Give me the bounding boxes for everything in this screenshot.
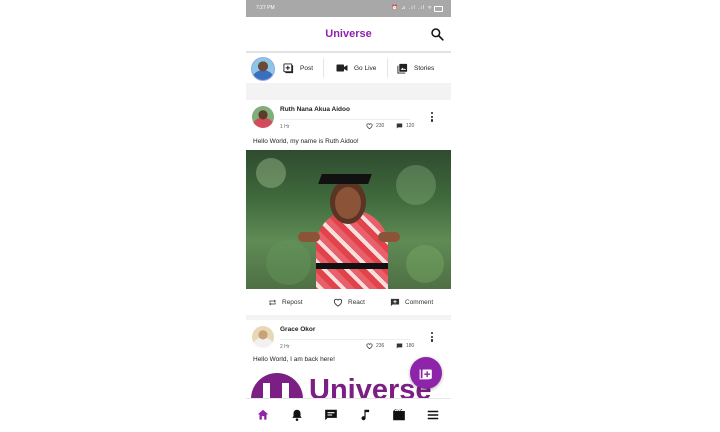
comment-label: Comment [405,298,434,306]
phone-screen: 7:27 PM ⏰ ⊿ .ıl .ıl ᯤ Universe Post Go L… [246,0,451,432]
react-button[interactable]: React [333,289,365,315]
battery-icon [434,6,443,12]
create-post-fab[interactable] [410,357,442,389]
comment-count[interactable]: 180 [396,343,414,349]
bottom-navigation [246,398,451,432]
photo-library-icon [397,63,408,74]
heart-icon [366,343,373,349]
post-text: Hello World, I am back here! [253,356,335,363]
add-photo-icon [283,62,294,73]
status-indicators: ⏰ ⊿ .ıl .ıl ᯤ [391,5,433,11]
divider [323,58,324,78]
status-bar: 7:27 PM ⏰ ⊿ .ıl .ıl ᯤ [246,0,451,17]
more-options-icon[interactable] [430,112,434,124]
like-count[interactable]: 230 [366,123,384,129]
author-avatar[interactable] [252,106,274,128]
comment-count[interactable]: 120 [396,123,414,129]
video-icon[interactable] [392,408,406,422]
add-comment-icon [390,298,400,306]
post-author[interactable]: Grace Okor [280,326,315,333]
post-button[interactable]: Post [283,53,313,83]
post-image[interactable] [246,150,451,289]
comment-button[interactable]: Comment [390,289,433,315]
react-label: React [348,298,365,306]
stories-label: Stories [414,64,435,72]
heart-icon [333,298,343,307]
like-count-value: 236 [376,343,385,349]
add-post-icon [419,369,432,380]
stories-button[interactable]: Stories [397,53,434,83]
post-author[interactable]: Ruth Nana Akua Aidoo [280,106,350,113]
video-camera-icon [336,64,348,72]
menu-icon[interactable] [426,408,440,422]
messages-icon[interactable] [324,408,338,422]
post-text: Hello World, my name is Ruth Aidoo! [253,138,359,145]
repost-icon [269,299,276,305]
go-live-button[interactable]: Go Live [336,53,376,83]
like-count[interactable]: 236 [366,343,384,349]
status-time: 7:27 PM [256,5,275,11]
post-composer: Post Go Live Stories [246,53,451,83]
repost-button[interactable]: Repost [268,289,303,315]
music-icon[interactable] [358,408,372,422]
post-time: 1 Hr [280,124,290,130]
comment-count-value: 180 [406,343,415,349]
app-bar: Universe [246,17,451,53]
post-label: Post [300,64,314,72]
heart-icon [366,123,373,129]
divider [387,58,388,78]
go-live-label: Go Live [354,64,377,72]
divider [280,119,410,120]
search-icon[interactable] [430,27,444,41]
post-card: Ruth Nana Akua Aidoo 1 Hr 230 120 Hello … [246,100,451,315]
post-time: 2 Hr [280,344,290,350]
comment-count-value: 120 [406,123,415,129]
comment-icon [396,123,403,129]
post-actions: Repost React Comment [246,289,451,315]
more-options-icon[interactable] [430,332,434,344]
home-icon[interactable] [256,408,270,422]
repost-label: Repost [282,298,303,306]
app-title: Universe [325,28,372,40]
divider [280,339,410,340]
comment-icon [396,343,403,349]
author-avatar[interactable] [252,326,274,348]
notifications-icon[interactable] [290,408,304,422]
like-count-value: 230 [376,123,385,129]
user-avatar[interactable] [251,57,275,81]
